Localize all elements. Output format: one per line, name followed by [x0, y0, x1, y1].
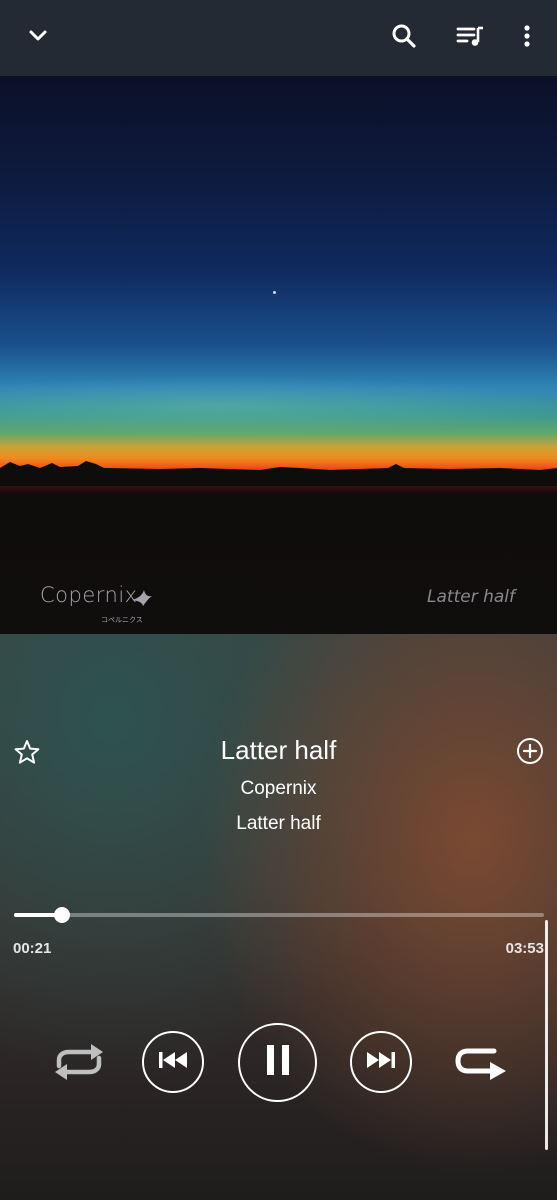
previous-button[interactable]: [142, 1031, 204, 1093]
search-button[interactable]: [387, 19, 421, 53]
more-options-button[interactable]: [512, 19, 542, 53]
shuffle-button[interactable]: [48, 1036, 110, 1088]
pause-icon: [265, 1044, 291, 1081]
skip-previous-icon: [158, 1050, 188, 1075]
add-circle-icon: [516, 737, 544, 765]
play-pause-button[interactable]: [238, 1023, 317, 1102]
next-button[interactable]: [350, 1031, 412, 1093]
scrollbar[interactable]: [545, 920, 548, 1150]
track-artist: Copernix: [240, 778, 317, 799]
elapsed-time: 00:21: [13, 940, 52, 957]
repeat-icon: [450, 1041, 510, 1087]
album-art-treeline: [0, 461, 557, 486]
repeat-button[interactable]: [448, 1038, 512, 1090]
seek-bar-thumb[interactable]: [53, 907, 70, 923]
top-app-bar: [0, 0, 557, 76]
track-album: Latter half: [236, 813, 321, 834]
collapse-button[interactable]: [22, 20, 54, 52]
queue-music-icon: [456, 24, 484, 48]
shuffle-icon: [51, 1040, 107, 1084]
album-art-brand-subtext: コペルニクス: [101, 617, 143, 624]
album-art-moon: [273, 291, 276, 294]
album-art-track-text: Latter half: [427, 587, 515, 607]
search-icon: [391, 23, 417, 49]
album-art: Copernix コペルニクス Latter half: [0, 76, 557, 634]
album-art-brand: Copernix: [40, 583, 138, 607]
add-to-playlist-button[interactable]: [513, 734, 547, 768]
more-vert-icon: [523, 24, 531, 48]
queue-button[interactable]: [453, 19, 487, 53]
total-time: 03:53: [505, 940, 544, 957]
chevron-down-icon: [28, 29, 48, 43]
skip-next-icon: [366, 1050, 396, 1075]
seek-bar[interactable]: [14, 907, 544, 923]
bird-logo-icon: [130, 586, 154, 613]
album-art-haze: [0, 376, 557, 436]
track-title: Latter half: [220, 735, 337, 765]
